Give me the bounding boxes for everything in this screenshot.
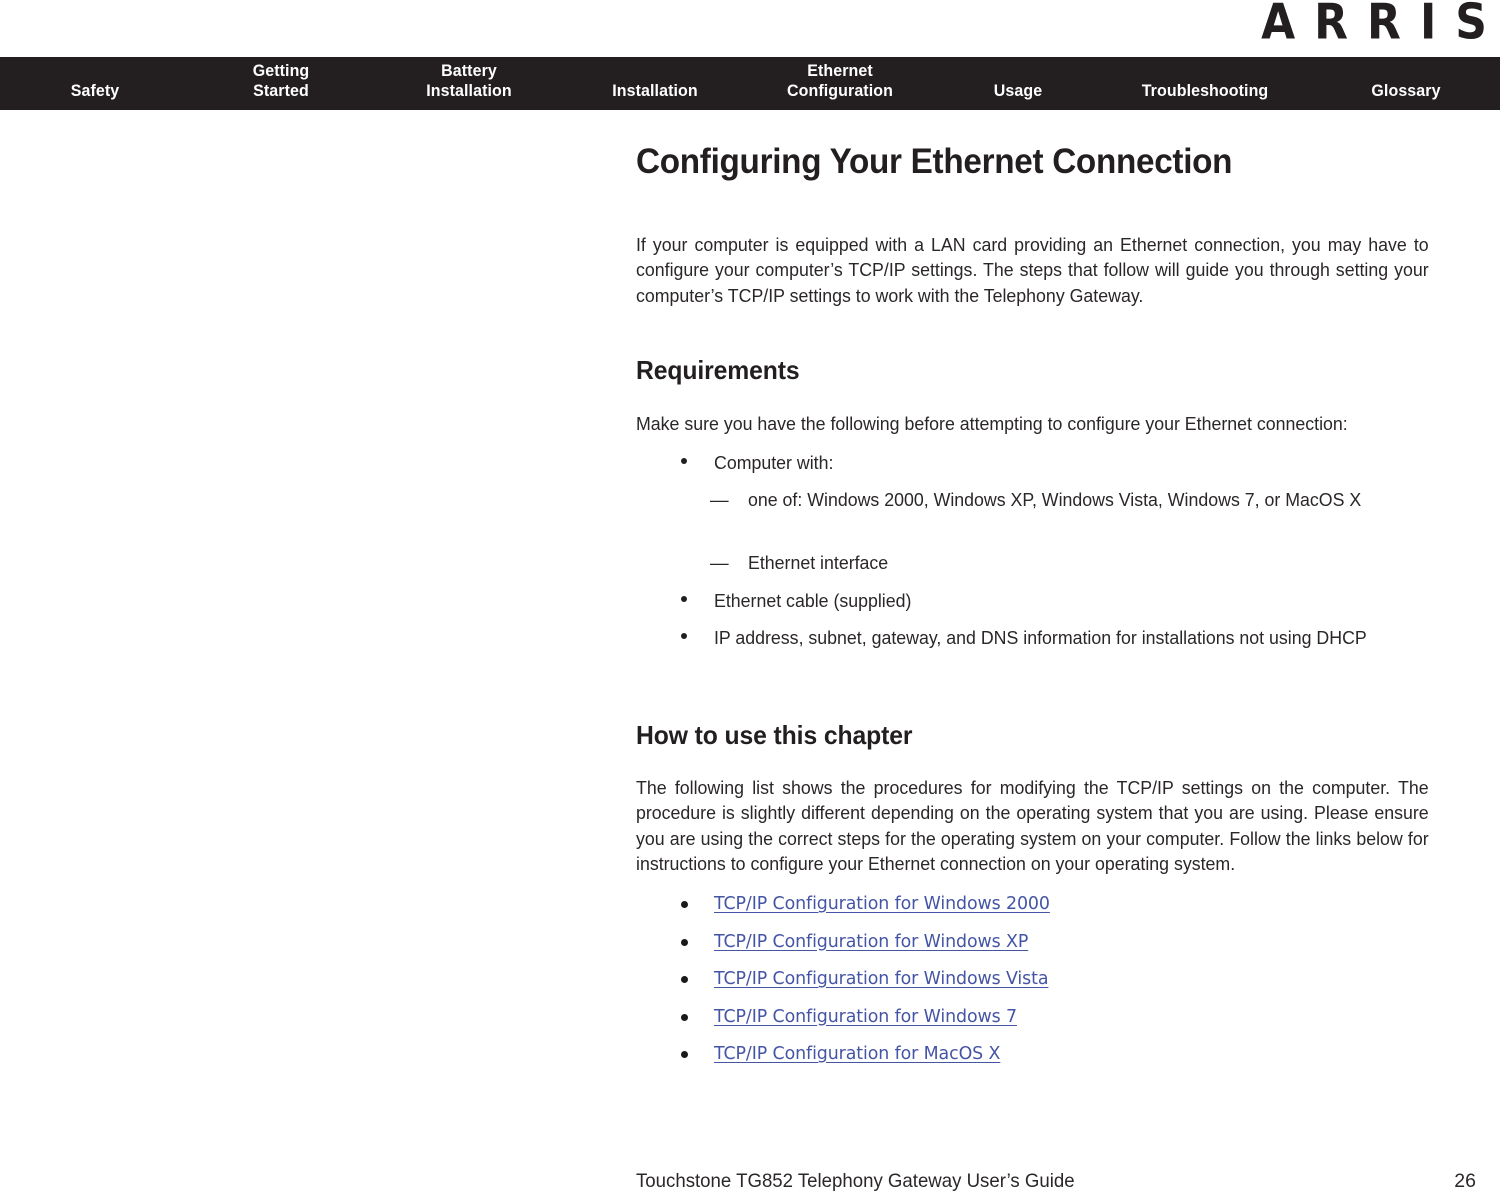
nav-item-installation[interactable]: Installation (566, 81, 745, 101)
nav-item-glossary[interactable]: Glossary (1326, 81, 1486, 101)
chapter-link-item: TCP/IP Configuration for Windows Vista (636, 965, 1466, 1002)
chapter-link-item: TCP/IP Configuration for MacOS X (636, 1040, 1466, 1077)
chapter-link-tcp-ip-configuration-for-windows-vista[interactable]: TCP/IP Configuration for Windows Vista (714, 965, 1048, 993)
requirements-list-item: IP address, subnet, gateway, and DNS inf… (636, 625, 1466, 677)
nav-item-troubleshooting[interactable]: Troubleshooting (1097, 81, 1313, 101)
bullet-icon (681, 1013, 688, 1021)
em-dash-marker: — (710, 489, 729, 510)
page-title: Configuring Your Ethernet Connection (636, 142, 1233, 181)
how-to-use-heading: How to use this chapter (636, 719, 913, 750)
bullet-icon (681, 1051, 688, 1058)
requirements-sub-item: — Ethernet interface (636, 550, 1466, 577)
chapter-link-tcp-ip-configuration-for-macos-x[interactable]: TCP/IP Configuration for MacOS X (714, 1040, 1000, 1068)
requirements-heading: Requirements (636, 354, 800, 385)
requirements-intro-paragraph: Make sure you have the following before … (636, 412, 1348, 434)
chapter-link-tcp-ip-configuration-for-windows-7[interactable]: TCP/IP Configuration for Windows 7 (714, 1003, 1017, 1031)
list-item-text: Ethernet cable (supplied) (714, 590, 912, 611)
list-item-text: Computer with: (714, 452, 834, 473)
chapter-link-item: TCP/IP Configuration for Windows 2000 (636, 890, 1466, 927)
em-dash-marker: — (710, 552, 729, 573)
chapter-link-tcp-ip-configuration-for-windows-2000[interactable]: TCP/IP Configuration for Windows 2000 (714, 890, 1050, 918)
requirements-sub-item: — one of: Windows 2000, Windows XP, Windo… (636, 487, 1466, 539)
bullet-icon (681, 633, 687, 639)
bullet-icon (681, 976, 688, 983)
page-footer: Touchstone TG852 Telephony Gateway User’… (0, 1168, 1500, 1199)
chapter-link-tcp-ip-configuration-for-windows-xp[interactable]: TCP/IP Configuration for Windows XP (714, 928, 1028, 956)
bullet-icon (681, 938, 688, 946)
page-header: ARRIS (0, 0, 1500, 57)
bullet-icon (681, 596, 687, 602)
chapter-link-item: TCP/IP Configuration for Windows XP (636, 928, 1466, 965)
list-item-text: one of: Windows 2000, Windows XP, Window… (748, 489, 1362, 510)
bullet-icon (681, 901, 688, 908)
nav-item-ethernet-configuration[interactable]: Ethernet Configuration (737, 61, 944, 101)
footer-page-number: 26 (1454, 1170, 1476, 1192)
nav-item-getting-started[interactable]: Getting Started (196, 61, 365, 101)
nav-item-battery-installation[interactable]: Battery Installation (370, 61, 567, 101)
how-to-use-paragraph: The following list shows the procedures … (636, 776, 1429, 875)
nav-item-usage[interactable]: Usage (948, 81, 1089, 101)
list-item-text: Ethernet interface (748, 552, 889, 573)
requirements-list-item: Ethernet cable (supplied) (636, 588, 1466, 615)
intro-paragraph: If your computer is equipped with a LAN … (636, 233, 1429, 306)
nav-item-safety[interactable]: Safety (15, 81, 175, 101)
chapter-link-item: TCP/IP Configuration for Windows 7 (636, 1003, 1466, 1040)
requirements-list-item: Computer with: (636, 450, 1466, 477)
chapter-navigation-bar: Safety Getting Started Battery Installatio… (0, 57, 1500, 110)
bullet-icon (681, 458, 687, 464)
arris-logo: ARRIS (1261, 0, 1500, 51)
footer-document-title: Touchstone TG852 Telephony Gateway User’… (636, 1170, 1075, 1192)
list-item-text: IP address, subnet, gateway, and DNS inf… (714, 627, 1367, 648)
